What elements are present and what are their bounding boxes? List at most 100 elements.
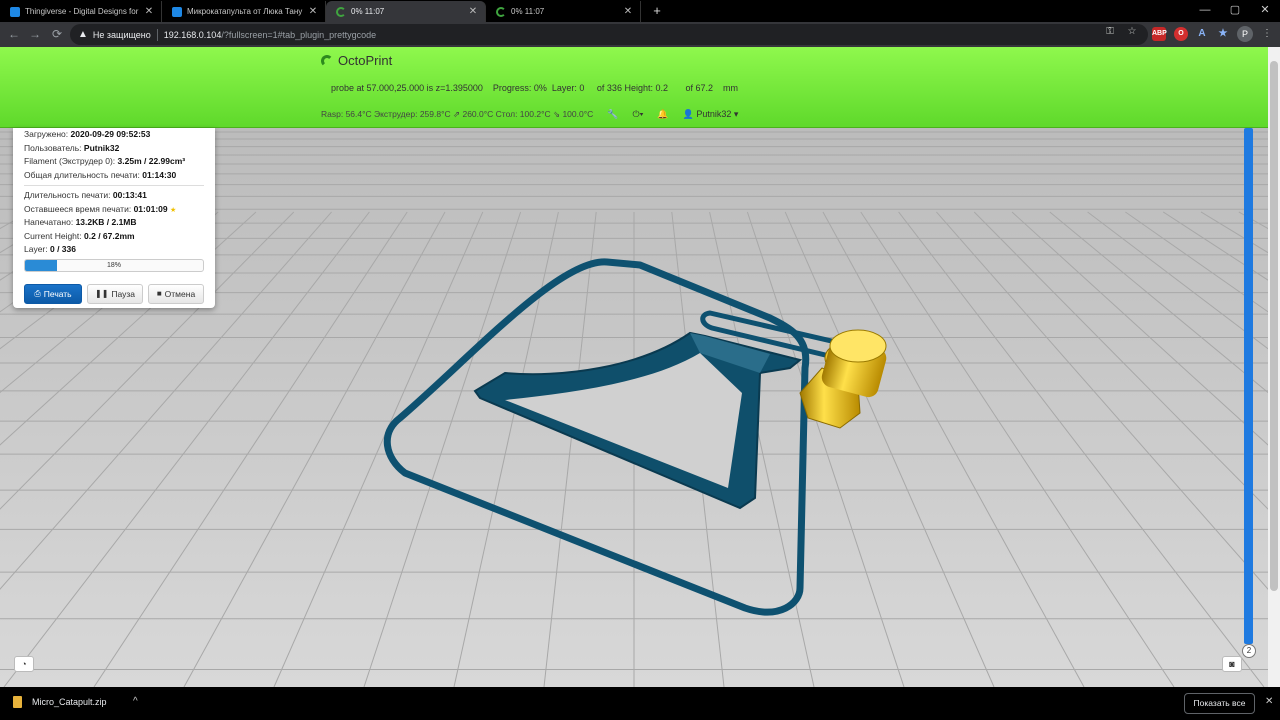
- browser-toolbar: ← → ⟳ ▲ Не защищено 192.168.0.104 /?full…: [0, 22, 1280, 47]
- tab-strip: Thingiverse - Digital Designs for ✕ Микр…: [0, 0, 1280, 22]
- print-status-panel: Загружено: 2020-09-29 09:52:53 Пользоват…: [13, 128, 215, 308]
- octoprint-icon: [496, 6, 506, 17]
- layer-badge[interactable]: 2: [1242, 644, 1256, 658]
- url-path[interactable]: /?fullscreen=1#tab_plugin_prettygcode: [221, 30, 376, 40]
- download-item[interactable]: Micro_Catapult.zip: [13, 696, 107, 708]
- estimate-star-icon[interactable]: ★: [170, 207, 176, 214]
- close-icon[interactable]: ✕: [307, 6, 319, 17]
- layer-value: 0 / 336: [50, 244, 76, 254]
- download-filename: Micro_Catapult.zip: [32, 697, 107, 707]
- security-label[interactable]: Не защищено: [93, 30, 151, 40]
- dashboard-toggle-button[interactable]: ◔: [14, 656, 34, 672]
- filament-label: Filament (Экструдер 0):: [24, 156, 116, 166]
- tab-thingiverse[interactable]: Thingiverse - Digital Designs for ✕: [0, 1, 162, 22]
- tab-title: 0% 11:07: [351, 7, 385, 16]
- gauge-icon: ◔: [21, 659, 27, 669]
- gcode-info-line: probe at 57.000,25.000 is z=1.395000 Pro…: [331, 83, 738, 93]
- layer-slider[interactable]: [1244, 128, 1253, 644]
- tab-catapult[interactable]: Микрокатапульта от Люка Тану ✕: [162, 1, 326, 22]
- print-progress-bar: 18%: [24, 258, 204, 272]
- camera-icon: ◙: [1229, 659, 1235, 669]
- close-icon[interactable]: ✕: [143, 6, 155, 17]
- download-shelf: Micro_Catapult.zip ^ Показать все ✕: [0, 687, 1280, 720]
- tab-title: Микрокатапульта от Люка Тану: [187, 7, 303, 16]
- minimize-button[interactable]: —: [1190, 0, 1220, 22]
- user-row: Пользователь: Putnik32: [24, 142, 204, 156]
- octoprint-icon: [336, 6, 346, 17]
- total-time-value: 01:14:30: [142, 169, 177, 180]
- progress-text: 18%: [106, 261, 121, 269]
- divider: [24, 185, 204, 186]
- cancel-button[interactable]: ■ Отмена: [148, 283, 204, 304]
- print-time-label: Длительность печати:: [24, 190, 111, 200]
- printed-row: Напечатано: 13.2KB / 2.1MB: [24, 216, 204, 230]
- camera-button[interactable]: ◙: [1222, 656, 1242, 672]
- adblock-icon[interactable]: ABP: [1152, 27, 1167, 41]
- address-bar[interactable]: ▲ Не защищено 192.168.0.104 /?fullscreen…: [70, 24, 1148, 45]
- pause-button[interactable]: ❚❚ Пауза: [87, 283, 143, 304]
- extensions-puzzle-icon[interactable]: ★: [1216, 27, 1230, 41]
- close-icon[interactable]: ✕: [622, 6, 634, 17]
- total-time-row: Общая длительность печати: 01:14:30: [24, 169, 204, 183]
- back-button[interactable]: ←: [6, 26, 22, 42]
- total-time-label: Общая длительность печати:: [24, 169, 140, 180]
- octoprint-logo-icon: [321, 54, 333, 67]
- printed-label: Напечатано:: [24, 217, 74, 227]
- cancel-label: Отмена: [164, 288, 196, 299]
- page-scrollbar[interactable]: [1268, 47, 1280, 687]
- user-menu[interactable]: 👤 Putnik32 ▾: [683, 109, 739, 120]
- tab-octoprint-active[interactable]: 0% 11:07 ✕: [326, 1, 486, 22]
- maximize-button[interactable]: ▢: [1220, 0, 1250, 22]
- tab-octoprint[interactable]: 0% 11:07 ✕: [486, 1, 641, 22]
- height-row: Current Height: 0.2 / 67.2mm: [24, 230, 204, 244]
- print-button[interactable]: ⎙ Печать: [24, 283, 82, 304]
- remaining-row: Оставшееся время печати: 01:01:09 ★: [24, 203, 204, 217]
- stop-icon: ■: [156, 289, 162, 298]
- user-value: Putnik32: [83, 142, 120, 153]
- show-all-downloads-button[interactable]: Показать все: [1184, 693, 1255, 714]
- close-download-shelf-icon[interactable]: ✕: [1265, 696, 1273, 707]
- warning-icon[interactable]: ▲: [78, 29, 88, 40]
- divider: [156, 28, 158, 41]
- new-tab-button[interactable]: +: [650, 4, 664, 18]
- job-controls: ⎙ Печать ❚❚ Пауза ■ Отмена: [24, 283, 204, 304]
- thingiverse-icon: [10, 6, 20, 17]
- bell-icon[interactable]: 🔔: [657, 109, 668, 120]
- brand-label: OctoPrint: [338, 53, 393, 68]
- printed-value: 13.2KB / 2.1MB: [75, 217, 137, 227]
- print-label: Печать: [43, 288, 72, 299]
- uploaded-value: 2020-09-29 09:52:53: [70, 129, 151, 139]
- menu-kebab-icon[interactable]: ⋮: [1260, 27, 1274, 41]
- download-options-chevron-icon[interactable]: ^: [133, 696, 138, 707]
- profile-avatar[interactable]: P: [1237, 26, 1253, 42]
- forward-button[interactable]: →: [27, 26, 43, 42]
- translate-extension-icon[interactable]: A: [1195, 27, 1209, 41]
- thingiverse-icon: [172, 6, 182, 17]
- key-icon[interactable]: ⚿: [1103, 25, 1117, 39]
- bookmark-star-icon[interactable]: ☆: [1125, 25, 1139, 39]
- zip-file-icon: [13, 696, 22, 708]
- username: Putnik32: [696, 109, 732, 119]
- uploaded-label: Загружено:: [24, 129, 69, 139]
- height-value: 0.2 / 67.2mm: [84, 230, 135, 241]
- temperature-readout[interactable]: Rasp: 56.4°C Экструдер: 259.8°C ⇗ 260.0°…: [321, 109, 593, 120]
- tab-title: Thingiverse - Digital Designs for: [25, 7, 139, 16]
- pause-icon: ❚❚: [94, 289, 109, 298]
- url-host[interactable]: 192.168.0.104: [164, 30, 222, 40]
- layer-row: Layer: 0 / 336: [24, 243, 204, 257]
- reload-button[interactable]: ⟳: [49, 26, 65, 42]
- power-icon[interactable]: ⏻▾: [632, 109, 643, 120]
- opera-extension-icon[interactable]: O: [1174, 27, 1188, 41]
- wrench-icon[interactable]: 🔧: [607, 109, 618, 120]
- close-window-button[interactable]: ✕: [1250, 0, 1280, 22]
- uploaded-row: Загружено: 2020-09-29 09:52:53: [24, 128, 204, 142]
- remaining-label: Оставшееся время печати:: [24, 203, 132, 214]
- remaining-value: 01:01:09: [133, 203, 168, 214]
- filament-value: 3.25m / 22.99cm³: [117, 156, 186, 166]
- octoprint-brand[interactable]: OctoPrint: [321, 53, 392, 68]
- scrollbar-thumb[interactable]: [1270, 61, 1278, 591]
- temperature-status: Rasp: 56.4°C Экструдер: 259.8°C ⇗ 260.0°…: [321, 109, 738, 120]
- user-label: Пользователь:: [24, 142, 82, 153]
- close-icon[interactable]: ✕: [467, 6, 479, 17]
- pause-label: Пауза: [111, 288, 136, 299]
